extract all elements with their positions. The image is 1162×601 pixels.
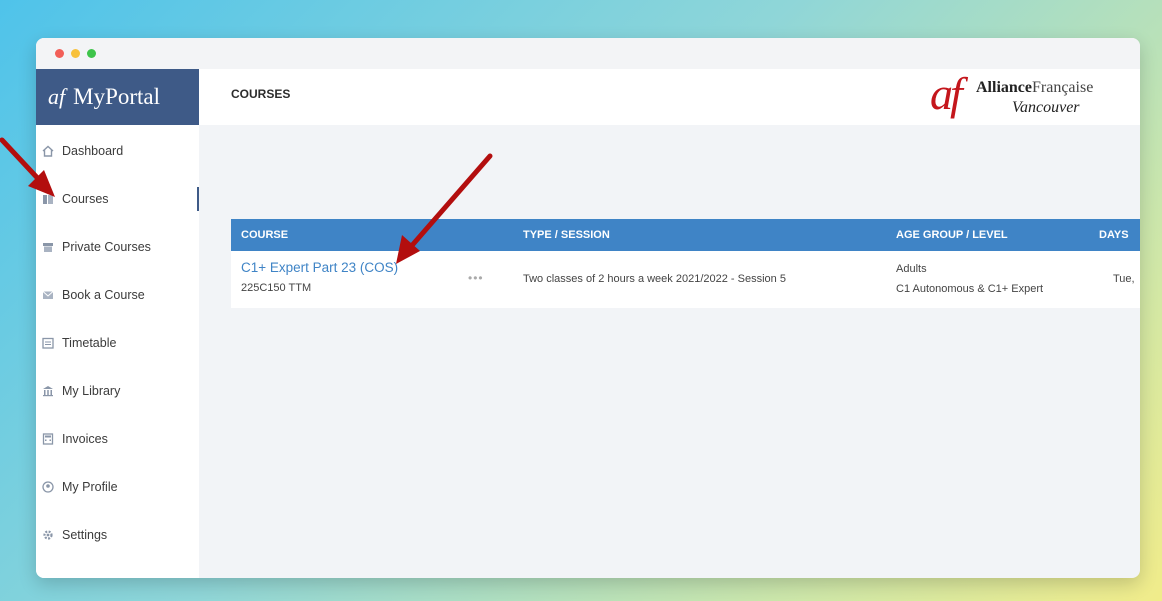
window-titlebar xyxy=(36,38,1140,69)
sidebar-item-settings[interactable]: Settings xyxy=(36,515,199,555)
brand-mark: af xyxy=(48,84,66,109)
sidebar-item-private-courses[interactable]: Private Courses xyxy=(36,227,199,267)
sidebar-item-courses[interactable]: Courses xyxy=(36,179,199,219)
column-header-days[interactable]: DAYS xyxy=(1099,229,1129,241)
alliance-francaise-logo[interactable]: af AllianceFrançaise Vancouver xyxy=(920,68,1140,125)
maximize-window-button[interactable] xyxy=(87,49,96,58)
portal-brand[interactable]: af MyPortal xyxy=(36,69,199,125)
brand-name: MyPortal xyxy=(73,84,161,109)
age-group-cell: Adults xyxy=(896,263,927,275)
column-header-course[interactable]: COURSE xyxy=(241,229,288,241)
archive-icon xyxy=(43,243,53,252)
sidebar-item-invoices[interactable]: Invoices xyxy=(36,419,199,459)
more-options-button[interactable]: ••• xyxy=(468,271,484,285)
main-content: COURSES af AllianceFrançaise Vancouver C… xyxy=(199,68,1140,578)
level-cell: C1 Autonomous & C1+ Expert xyxy=(896,283,1044,295)
days-cell: Tue, xyxy=(1113,273,1135,285)
sidebar-item-label: Invoices xyxy=(62,432,108,446)
close-window-button[interactable] xyxy=(55,49,64,58)
user-icon xyxy=(42,481,54,493)
logo-mark: af xyxy=(930,68,963,119)
logo-line2: Vancouver xyxy=(1012,99,1080,116)
calculator-icon xyxy=(42,433,54,445)
table-header: COURSE TYPE / SESSION AGE GROUP / LEVEL … xyxy=(231,219,1140,251)
course-code: 225C150 TTM xyxy=(241,282,312,294)
sidebar-item-label: My Profile xyxy=(62,480,118,494)
column-header-age-group-level[interactable]: AGE GROUP / LEVEL xyxy=(896,229,1008,241)
calendar-icon xyxy=(42,337,54,349)
sidebar-item-label: My Library xyxy=(62,384,121,398)
logo-line1: AllianceFrançaise xyxy=(976,79,1094,96)
page-header: COURSES af AllianceFrançaise Vancouver xyxy=(199,68,1140,125)
sidebar-item-label: Book a Course xyxy=(62,288,145,302)
library-icon xyxy=(43,386,53,397)
minimize-window-button[interactable] xyxy=(71,49,80,58)
type-session-cell: Two classes of 2 hours a week 2021/2022 … xyxy=(523,273,786,285)
sidebar-item-book-a-course[interactable]: Book a Course xyxy=(36,275,199,315)
browser-window: af MyPortal Dashboard Courses Private Co… xyxy=(36,38,1140,578)
book-icon xyxy=(43,195,53,204)
column-header-type-session[interactable]: TYPE / SESSION xyxy=(523,229,610,241)
sidebar-item-my-library[interactable]: My Library xyxy=(36,371,199,411)
sidebar: af MyPortal Dashboard Courses Private Co… xyxy=(36,69,199,578)
sidebar-item-dashboard[interactable]: Dashboard xyxy=(36,131,199,171)
sidebar-item-timetable[interactable]: Timetable xyxy=(36,323,199,363)
course-link[interactable]: C1+ Expert Part 23 (COS) xyxy=(241,260,398,275)
sidebar-item-label: Dashboard xyxy=(62,144,124,158)
home-icon xyxy=(42,145,54,157)
sidebar-item-label: Timetable xyxy=(62,336,117,350)
sidebar-item-label: Private Courses xyxy=(62,240,151,254)
page-title: COURSES xyxy=(231,87,291,101)
courses-table: COURSE TYPE / SESSION AGE GROUP / LEVEL … xyxy=(231,219,1140,308)
gear-icon xyxy=(43,530,53,540)
sidebar-item-label: Courses xyxy=(62,192,109,206)
sidebar-item-label: Settings xyxy=(62,528,108,542)
table-row: C1+ Expert Part 23 (COS) 225C150 TTM •••… xyxy=(231,251,1140,308)
sidebar-item-my-profile[interactable]: My Profile xyxy=(36,467,199,507)
mail-icon xyxy=(42,291,54,299)
